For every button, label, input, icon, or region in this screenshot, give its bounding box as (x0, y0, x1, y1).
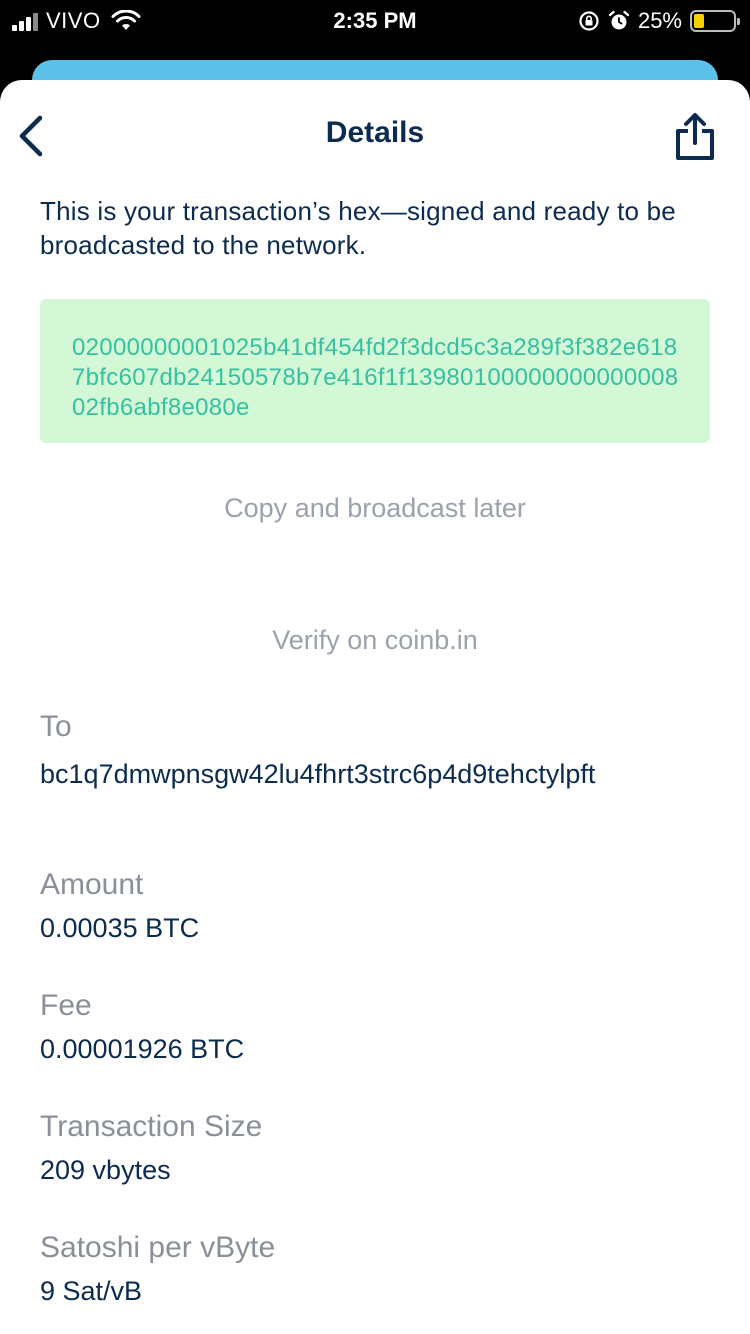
intro-text: This is your transaction’s hex—signed an… (40, 196, 676, 260)
battery-percent: 25% (637, 8, 682, 33)
amount-value: 0.00035 BTC (40, 913, 200, 943)
transaction-hex: 02000000001025b41df454fd2f3dcd5c3a289f3f… (72, 334, 679, 421)
copy-broadcast-later-button[interactable]: Copy and broadcast later (0, 493, 750, 524)
page-title: Details (325, 116, 425, 149)
transaction-size-value: 209 vbytes (40, 1155, 171, 1185)
verify-coinbin-button[interactable]: Verify on coinb.in (0, 625, 750, 656)
sat-per-vbyte-value: 9 Sat/vB (40, 1276, 143, 1306)
status-bar: VIVO 2:35 PM 25% (0, 0, 750, 44)
fee-value: 0.00001926 BTC (40, 1034, 245, 1064)
fee-label: Fee (40, 989, 92, 1022)
battery-fill (694, 14, 704, 28)
share-icon[interactable] (674, 112, 716, 162)
battery-icon (690, 10, 740, 32)
transaction-hex-box[interactable]: 02000000001025b41df454fd2f3dcd5c3a289f3f… (40, 299, 710, 443)
transaction-size-label: Transaction Size (40, 1110, 263, 1143)
sat-per-vbyte-label: Satoshi per vByte (40, 1231, 276, 1264)
navigation-bar: Details (0, 80, 750, 192)
rotation-lock-icon (579, 11, 599, 31)
to-label: To (40, 710, 72, 743)
details-sheet: Details This is your transaction’s hex—s… (0, 80, 750, 1334)
alarm-icon (608, 10, 630, 30)
to-address: bc1q7dmwpnsgw42lu4fhrt3strc6p4d9tehctylp… (40, 759, 596, 789)
status-right: 25% (578, 8, 740, 34)
amount-label: Amount (40, 868, 144, 901)
